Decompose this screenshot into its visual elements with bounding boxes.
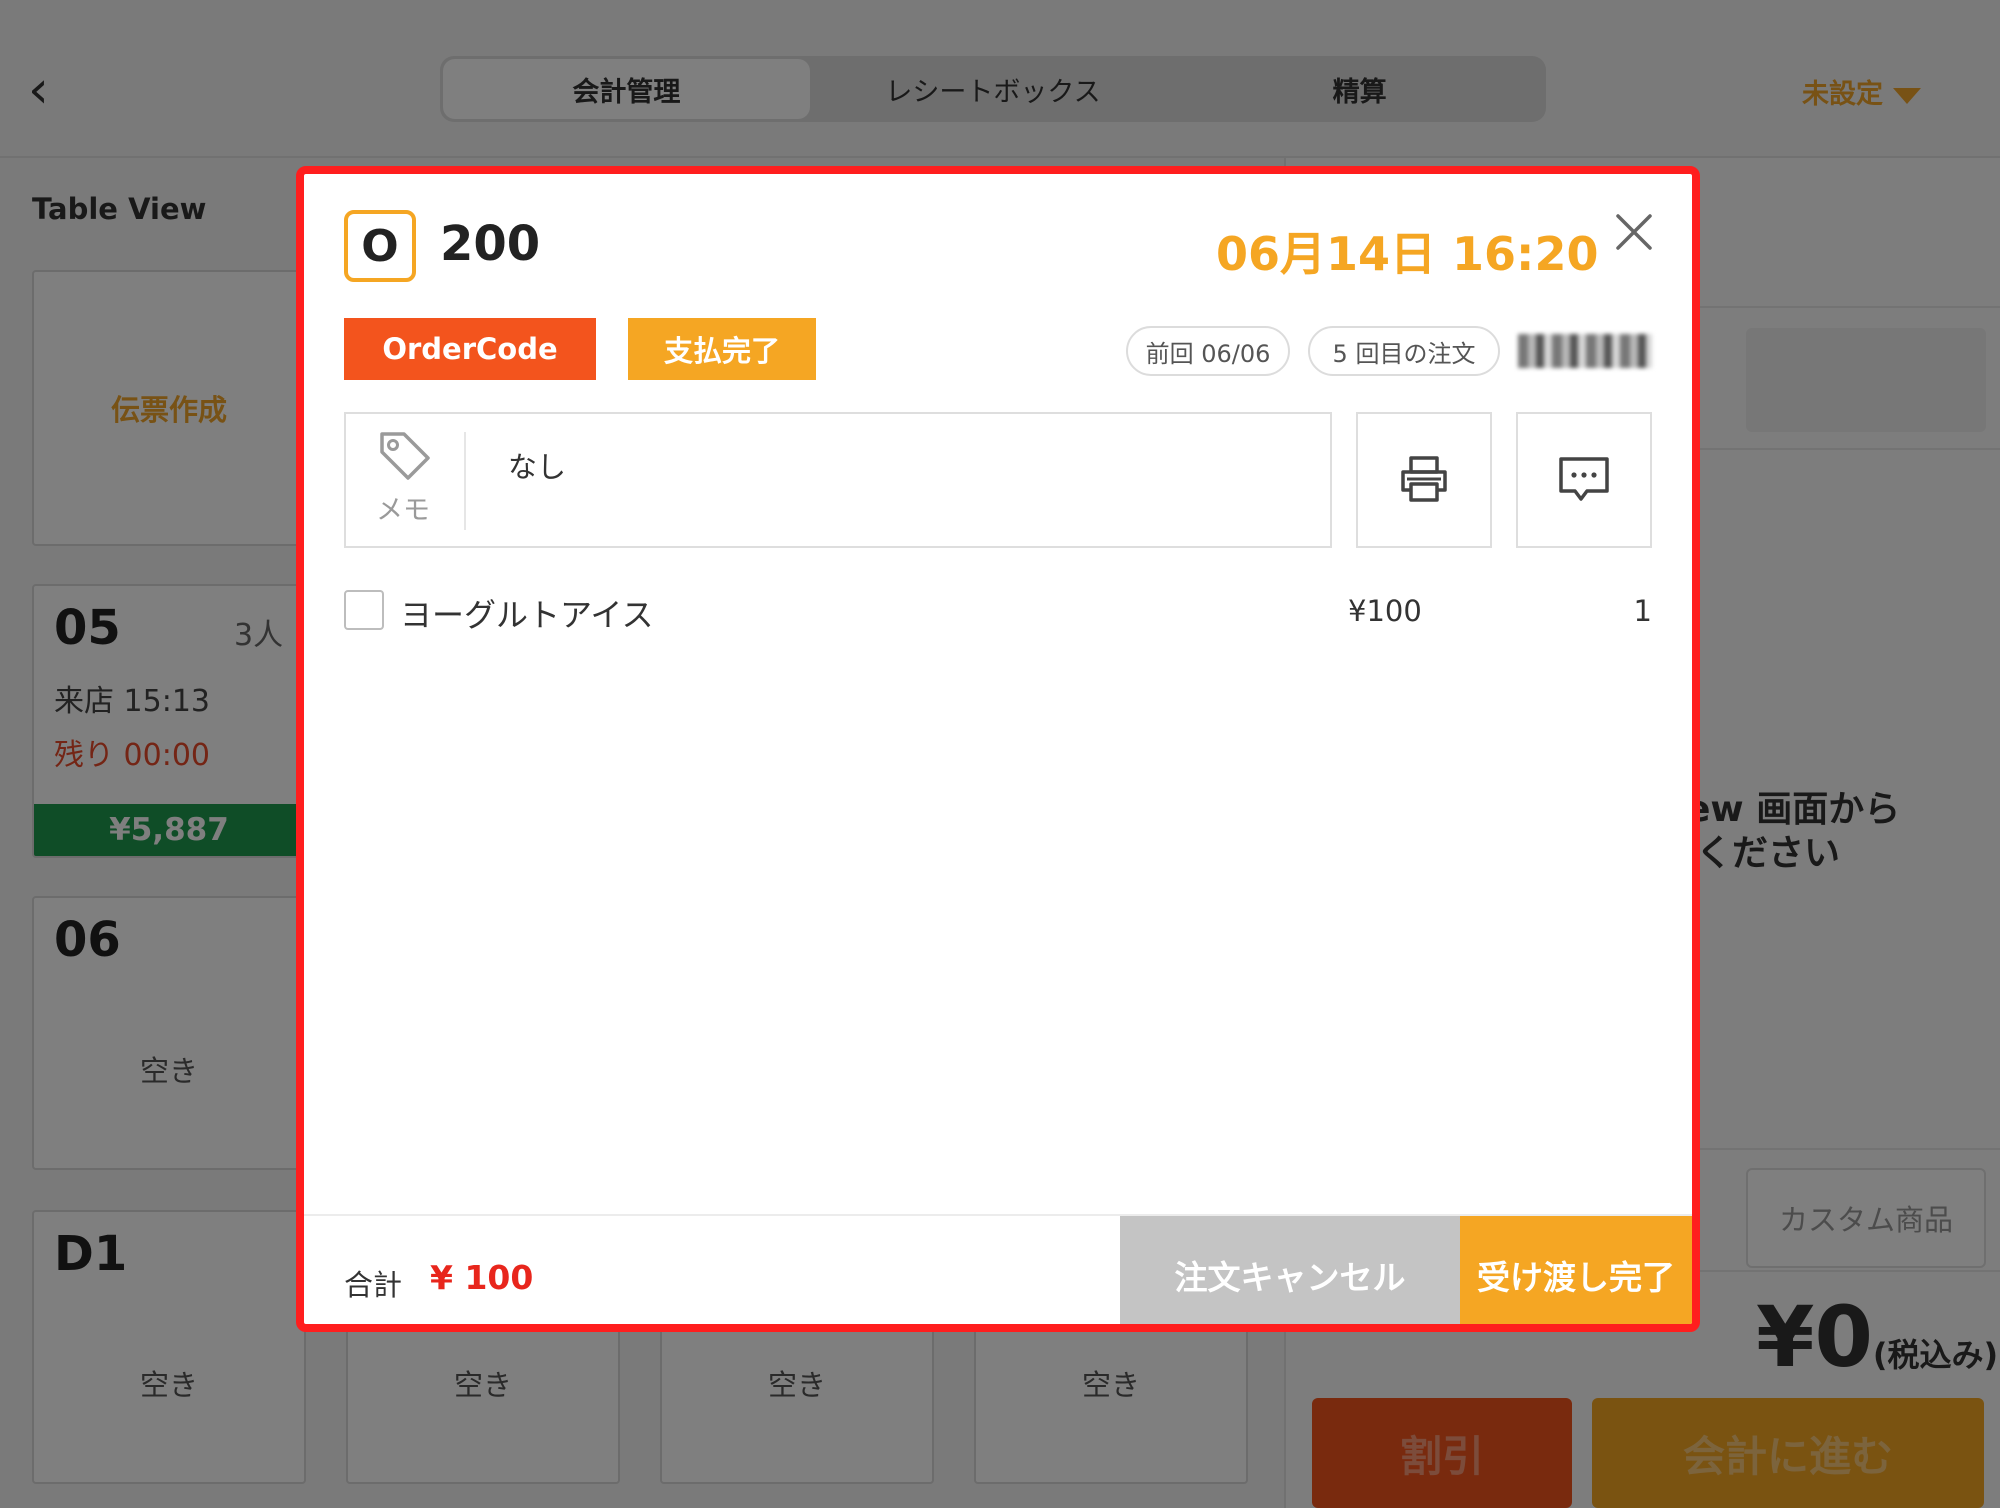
redacted-customer-name xyxy=(1518,334,1652,368)
total-value: ¥ 100 xyxy=(430,1258,534,1297)
close-icon[interactable] xyxy=(1614,212,1654,252)
cancel-order-button[interactable]: 注文キャンセル xyxy=(1120,1216,1460,1324)
item-name: ヨーグルトアイス xyxy=(400,596,654,634)
printer-icon xyxy=(1401,456,1447,502)
item-price: ¥100 xyxy=(1348,594,1422,628)
chat-bubble-icon xyxy=(1559,457,1609,501)
memo-text: なし xyxy=(508,450,567,484)
print-button[interactable] xyxy=(1356,412,1492,548)
order-datetime: 06月14日 16:20 xyxy=(1216,227,1599,281)
item-quantity: 1 xyxy=(1633,594,1652,628)
order-type-badge: O xyxy=(344,210,416,282)
total-label: 合計 xyxy=(344,1268,403,1302)
handover-complete-button[interactable]: 受け渡し完了 xyxy=(1460,1216,1692,1324)
previous-visit-pill: 前回 06/06 xyxy=(1126,326,1290,376)
payment-status-tag: 支払完了 xyxy=(628,318,816,380)
modal-footer: 合計 ¥ 100 注文キャンセル 受け渡し完了 xyxy=(304,1214,1692,1324)
memo-label: メモ xyxy=(376,495,430,526)
order-number: 200 xyxy=(440,216,541,272)
item-checkbox[interactable] xyxy=(344,590,384,630)
order-count-pill: 5 回目の注文 xyxy=(1308,326,1500,376)
order-item-row: ヨーグルトアイス ¥100 1 xyxy=(344,586,1652,634)
message-button[interactable] xyxy=(1516,412,1652,548)
memo-box[interactable]: メモ なし xyxy=(344,412,1332,548)
divider xyxy=(464,432,466,530)
order-detail-modal: O 200 06月14日 16:20 OrderCode 支払完了 前回 06/… xyxy=(296,166,1700,1332)
order-code-tag: OrderCode xyxy=(344,318,596,380)
